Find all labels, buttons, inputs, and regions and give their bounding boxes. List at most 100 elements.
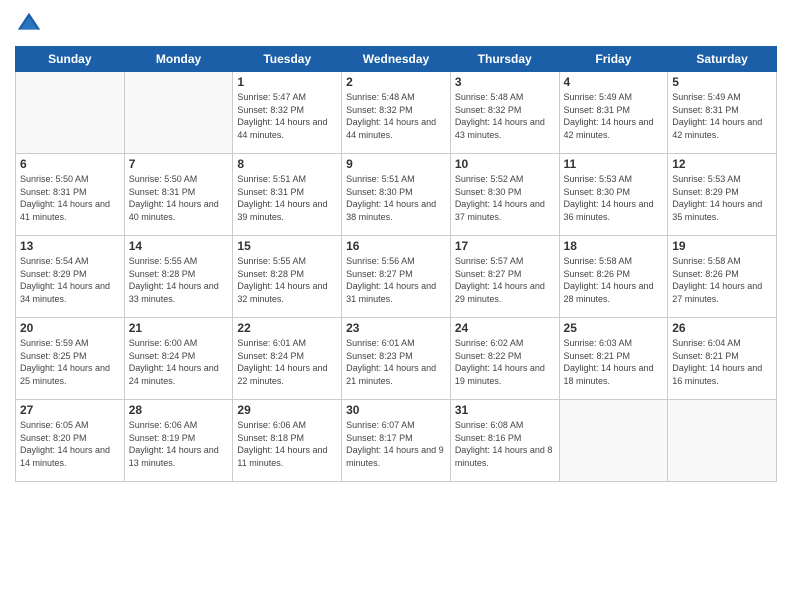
day-number: 20 bbox=[20, 321, 120, 335]
calendar-cell: 23 Sunrise: 6:01 AM Sunset: 8:23 PM Dayli… bbox=[342, 318, 451, 400]
day-number: 26 bbox=[672, 321, 772, 335]
day-info: Sunrise: 6:02 AM Sunset: 8:22 PM Dayligh… bbox=[455, 337, 555, 387]
day-number: 11 bbox=[564, 157, 664, 171]
calendar-cell: 27Sunrise: 6:05 AM Sunset: 8:20 PM Dayli… bbox=[16, 400, 125, 482]
calendar-cell: 8 Sunrise: 5:51 AM Sunset: 8:31 PM Daylig… bbox=[233, 154, 342, 236]
weekday-header-thursday: Thursday bbox=[450, 47, 559, 72]
day-info: Sunrise: 5:49 AM Sunset: 8:31 PM Dayligh… bbox=[672, 91, 772, 141]
calendar-page: SundayMondayTuesdayWednesdayThursdayFrid… bbox=[0, 0, 792, 612]
calendar-cell: 6 Sunrise: 5:50 AM Sunset: 8:31 PM Daylig… bbox=[16, 154, 125, 236]
calendar-cell bbox=[559, 400, 668, 482]
day-info: Sunrise: 5:51 AM Sunset: 8:30 PM Dayligh… bbox=[346, 173, 446, 223]
day-info: Sunrise: 6:00 AM Sunset: 8:24 PM Dayligh… bbox=[129, 337, 229, 387]
calendar-cell: 7 Sunrise: 5:50 AM Sunset: 8:31 PM Daylig… bbox=[124, 154, 233, 236]
day-info: Sunrise: 6:04 AM Sunset: 8:21 PM Dayligh… bbox=[672, 337, 772, 387]
day-info: Sunrise: 6:01 AM Sunset: 8:24 PM Dayligh… bbox=[237, 337, 337, 387]
weekday-header-tuesday: Tuesday bbox=[233, 47, 342, 72]
day-number: 19 bbox=[672, 239, 772, 253]
day-number: 2 bbox=[346, 75, 446, 89]
day-info: Sunrise: 6:05 AM Sunset: 8:20 PM Dayligh… bbox=[20, 419, 120, 469]
day-info: Sunrise: 5:48 AM Sunset: 8:32 PM Dayligh… bbox=[346, 91, 446, 141]
day-number: 5 bbox=[672, 75, 772, 89]
day-number: 8 bbox=[237, 157, 337, 171]
calendar-cell: 19 Sunrise: 5:58 AM Sunset: 8:26 PM Dayli… bbox=[668, 236, 777, 318]
day-info: Sunrise: 5:54 AM Sunset: 8:29 PM Dayligh… bbox=[20, 255, 120, 305]
day-number: 6 bbox=[20, 157, 120, 171]
day-number: 13 bbox=[20, 239, 120, 253]
calendar-cell: 21 Sunrise: 6:00 AM Sunset: 8:24 PM Dayli… bbox=[124, 318, 233, 400]
day-number: 10 bbox=[455, 157, 555, 171]
day-number: 28 bbox=[129, 403, 229, 417]
calendar-cell: 13 Sunrise: 5:54 AM Sunset: 8:29 PM Dayli… bbox=[16, 236, 125, 318]
calendar-cell: 30 Sunrise: 6:07 AM Sunset: 8:17 PM Dayli… bbox=[342, 400, 451, 482]
calendar-cell: 10 Sunrise: 5:52 AM Sunset: 8:30 PM Dayli… bbox=[450, 154, 559, 236]
day-info: Sunrise: 5:50 AM Sunset: 8:31 PM Dayligh… bbox=[129, 173, 229, 223]
day-info: Sunrise: 6:01 AM Sunset: 8:23 PM Dayligh… bbox=[346, 337, 446, 387]
weekday-header-friday: Friday bbox=[559, 47, 668, 72]
day-number: 9 bbox=[346, 157, 446, 171]
calendar-cell: 2 Sunrise: 5:48 AM Sunset: 8:32 PM Daylig… bbox=[342, 72, 451, 154]
day-number: 23 bbox=[346, 321, 446, 335]
day-number: 31 bbox=[455, 403, 555, 417]
page-header bbox=[15, 10, 777, 38]
calendar-cell: 22 Sunrise: 6:01 AM Sunset: 8:24 PM Dayli… bbox=[233, 318, 342, 400]
calendar-cell: 3 Sunrise: 5:48 AM Sunset: 8:32 PM Daylig… bbox=[450, 72, 559, 154]
day-info: Sunrise: 5:57 AM Sunset: 8:27 PM Dayligh… bbox=[455, 255, 555, 305]
calendar-table: SundayMondayTuesdayWednesdayThursdayFrid… bbox=[15, 46, 777, 482]
calendar-cell bbox=[668, 400, 777, 482]
day-number: 24 bbox=[455, 321, 555, 335]
day-info: Sunrise: 5:53 AM Sunset: 8:30 PM Dayligh… bbox=[564, 173, 664, 223]
day-number: 3 bbox=[455, 75, 555, 89]
calendar-cell: 28 Sunrise: 6:06 AM Sunset: 8:19 PM Dayli… bbox=[124, 400, 233, 482]
day-number: 22 bbox=[237, 321, 337, 335]
calendar-cell: 24 Sunrise: 6:02 AM Sunset: 8:22 PM Dayli… bbox=[450, 318, 559, 400]
day-number: 25 bbox=[564, 321, 664, 335]
day-info: Sunrise: 5:55 AM Sunset: 8:28 PM Dayligh… bbox=[129, 255, 229, 305]
logo-icon bbox=[15, 10, 43, 38]
day-info: Sunrise: 6:08 AM Sunset: 8:16 PM Dayligh… bbox=[455, 419, 555, 469]
calendar-cell: 12 Sunrise: 5:53 AM Sunset: 8:29 PM Dayli… bbox=[668, 154, 777, 236]
weekday-header-saturday: Saturday bbox=[668, 47, 777, 72]
calendar-cell: 17 Sunrise: 5:57 AM Sunset: 8:27 PM Dayli… bbox=[450, 236, 559, 318]
day-info: Sunrise: 5:51 AM Sunset: 8:31 PM Dayligh… bbox=[237, 173, 337, 223]
weekday-header-monday: Monday bbox=[124, 47, 233, 72]
day-number: 1 bbox=[237, 75, 337, 89]
day-info: Sunrise: 5:56 AM Sunset: 8:27 PM Dayligh… bbox=[346, 255, 446, 305]
calendar-cell: 4 Sunrise: 5:49 AM Sunset: 8:31 PM Daylig… bbox=[559, 72, 668, 154]
calendar-cell: 26 Sunrise: 6:04 AM Sunset: 8:21 PM Dayli… bbox=[668, 318, 777, 400]
day-info: Sunrise: 5:47 AM Sunset: 8:32 PM Dayligh… bbox=[237, 91, 337, 141]
calendar-cell: 31 Sunrise: 6:08 AM Sunset: 8:16 PM Dayli… bbox=[450, 400, 559, 482]
weekday-header-sunday: Sunday bbox=[16, 47, 125, 72]
day-info: Sunrise: 5:53 AM Sunset: 8:29 PM Dayligh… bbox=[672, 173, 772, 223]
weekday-header-wednesday: Wednesday bbox=[342, 47, 451, 72]
day-number: 16 bbox=[346, 239, 446, 253]
day-info: Sunrise: 5:49 AM Sunset: 8:31 PM Dayligh… bbox=[564, 91, 664, 141]
day-number: 12 bbox=[672, 157, 772, 171]
day-info: Sunrise: 5:50 AM Sunset: 8:31 PM Dayligh… bbox=[20, 173, 120, 223]
day-number: 21 bbox=[129, 321, 229, 335]
calendar-cell: 5 Sunrise: 5:49 AM Sunset: 8:31 PM Daylig… bbox=[668, 72, 777, 154]
day-number: 14 bbox=[129, 239, 229, 253]
calendar-cell: 20 Sunrise: 5:59 AM Sunset: 8:25 PM Dayli… bbox=[16, 318, 125, 400]
calendar-cell: 25Sunrise: 6:03 AM Sunset: 8:21 PM Dayli… bbox=[559, 318, 668, 400]
day-info: Sunrise: 6:06 AM Sunset: 8:19 PM Dayligh… bbox=[129, 419, 229, 469]
day-number: 17 bbox=[455, 239, 555, 253]
day-info: Sunrise: 5:58 AM Sunset: 8:26 PM Dayligh… bbox=[564, 255, 664, 305]
day-number: 30 bbox=[346, 403, 446, 417]
day-info: Sunrise: 5:52 AM Sunset: 8:30 PM Dayligh… bbox=[455, 173, 555, 223]
day-number: 18 bbox=[564, 239, 664, 253]
logo bbox=[15, 10, 45, 38]
day-number: 7 bbox=[129, 157, 229, 171]
calendar-cell: 14 Sunrise: 5:55 AM Sunset: 8:28 PM Dayli… bbox=[124, 236, 233, 318]
day-number: 4 bbox=[564, 75, 664, 89]
calendar-cell: 18 Sunrise: 5:58 AM Sunset: 8:26 PM Dayli… bbox=[559, 236, 668, 318]
day-number: 15 bbox=[237, 239, 337, 253]
calendar-cell: 9 Sunrise: 5:51 AM Sunset: 8:30 PM Daylig… bbox=[342, 154, 451, 236]
day-info: Sunrise: 6:07 AM Sunset: 8:17 PM Dayligh… bbox=[346, 419, 446, 469]
calendar-cell: 15 Sunrise: 5:55 AM Sunset: 8:28 PM Dayli… bbox=[233, 236, 342, 318]
day-info: Sunrise: 5:48 AM Sunset: 8:32 PM Dayligh… bbox=[455, 91, 555, 141]
day-info: Sunrise: 5:55 AM Sunset: 8:28 PM Dayligh… bbox=[237, 255, 337, 305]
calendar-cell: 11 Sunrise: 5:53 AM Sunset: 8:30 PM Dayli… bbox=[559, 154, 668, 236]
day-info: Sunrise: 5:59 AM Sunset: 8:25 PM Dayligh… bbox=[20, 337, 120, 387]
day-info: Sunrise: 5:58 AM Sunset: 8:26 PM Dayligh… bbox=[672, 255, 772, 305]
